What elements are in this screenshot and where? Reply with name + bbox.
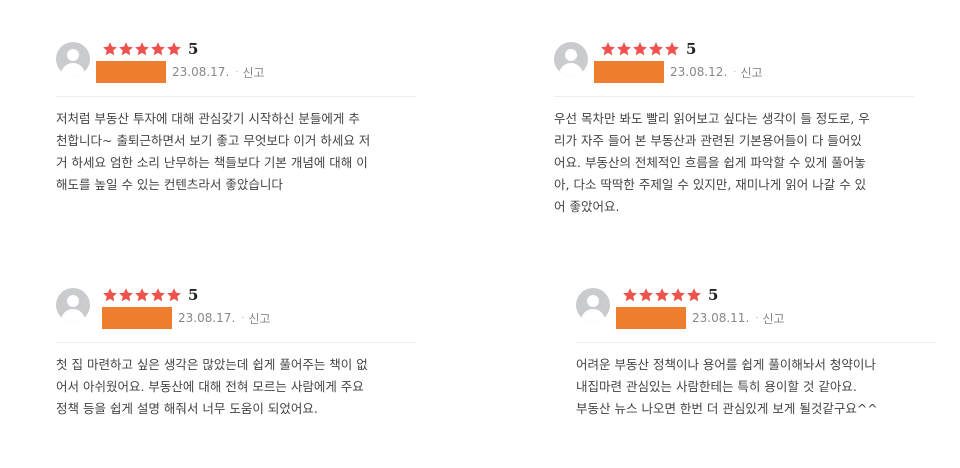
star-icon bbox=[654, 287, 670, 303]
star-rating bbox=[600, 41, 680, 57]
star-icon bbox=[134, 287, 150, 303]
avatar-head-shape bbox=[565, 49, 577, 61]
star-icon bbox=[118, 41, 134, 57]
divider bbox=[576, 342, 936, 343]
star-icon bbox=[118, 287, 134, 303]
star-icon bbox=[166, 41, 182, 57]
star-icon bbox=[102, 41, 118, 57]
star-icon bbox=[134, 41, 150, 57]
avatar-body-shape bbox=[581, 309, 605, 322]
review-date: 23.08.17. bbox=[172, 65, 230, 79]
review-text: 어려운 부동산 정책이나 용어를 쉽게 풀이해놔서 청약이나 내집마련 관심있는… bbox=[576, 357, 878, 416]
review-card: 5 23.08.11. · 신고 어려운 부동산 정책이나 용어를 쉽게 풀이해… bbox=[576, 286, 936, 416]
review-header: 5 23.08.12. · 신고 bbox=[554, 40, 914, 86]
review-date: 23.08.12. bbox=[670, 65, 728, 79]
star-icon bbox=[150, 41, 166, 57]
divider bbox=[554, 96, 914, 97]
meta-separator: · bbox=[235, 66, 239, 78]
avatar-body-shape bbox=[61, 309, 85, 322]
review-card: 5 23.08.12. · 신고 우선 목차만 봐도 빨리 읽어보고 싶다는 생… bbox=[554, 40, 914, 214]
star-icon bbox=[150, 287, 166, 303]
star-icon bbox=[648, 41, 664, 57]
divider bbox=[56, 342, 416, 343]
rating-score: 5 bbox=[188, 286, 199, 304]
review-meta: 23.08.17. · 신고 bbox=[96, 61, 265, 83]
star-icon bbox=[166, 287, 182, 303]
avatar-head-shape bbox=[587, 295, 599, 307]
reviewer-name-redacted bbox=[102, 307, 172, 329]
star-icon bbox=[622, 287, 638, 303]
star-rating bbox=[102, 41, 182, 57]
review-header: 5 23.08.17. · 신고 bbox=[56, 40, 416, 86]
review-header: 5 23.08.17. · 신고 bbox=[56, 286, 416, 332]
review-card: 5 23.08.17. · 신고 저처럼 부동산 투자에 대해 관심갖기 시작하… bbox=[56, 40, 416, 192]
avatar bbox=[554, 42, 588, 76]
review-text: 저처럼 부동산 투자에 대해 관심갖기 시작하신 분들에게 추 천합니다~ 출퇴… bbox=[56, 111, 371, 192]
review-date: 23.08.17. bbox=[178, 311, 236, 325]
star-rating bbox=[102, 287, 182, 303]
rating-score: 5 bbox=[686, 40, 697, 58]
rating-row: 5 bbox=[102, 286, 198, 304]
review-text: 첫 집 마련하고 싶은 생각은 많았는데 쉽게 풀어주는 책이 없 어서 아쉬웠… bbox=[56, 357, 368, 416]
report-link[interactable]: 신고 bbox=[242, 64, 264, 81]
review-text: 우선 목차만 봐도 빨리 읽어보고 싶다는 생각이 들 정도로, 우 리가 자주… bbox=[554, 111, 870, 214]
report-link[interactable]: 신고 bbox=[740, 64, 762, 81]
star-icon bbox=[664, 41, 680, 57]
rating-row: 5 bbox=[102, 40, 198, 58]
reviewer-name-redacted bbox=[96, 61, 166, 83]
report-link[interactable]: 신고 bbox=[762, 310, 784, 327]
rating-row: 5 bbox=[622, 286, 718, 304]
review-date: 23.08.11. bbox=[692, 311, 750, 325]
star-icon bbox=[638, 287, 654, 303]
avatar-body-shape bbox=[61, 63, 85, 76]
reviewer-name-redacted bbox=[594, 61, 664, 83]
rating-score: 5 bbox=[188, 40, 199, 58]
rating-score: 5 bbox=[708, 286, 719, 304]
star-icon bbox=[686, 287, 702, 303]
meta-separator: · bbox=[733, 66, 737, 78]
star-icon bbox=[632, 41, 648, 57]
review-meta: 23.08.17. · 신고 bbox=[102, 307, 271, 329]
review-card: 5 23.08.17. · 신고 첫 집 마련하고 싶은 생각은 많았는데 쉽게… bbox=[56, 286, 416, 416]
star-icon bbox=[600, 41, 616, 57]
avatar bbox=[576, 288, 610, 322]
meta-separator: · bbox=[755, 312, 759, 324]
star-rating bbox=[622, 287, 702, 303]
reviewer-name-redacted bbox=[616, 307, 686, 329]
meta-separator: · bbox=[241, 312, 245, 324]
avatar-head-shape bbox=[67, 49, 79, 61]
avatar-body-shape bbox=[559, 63, 583, 76]
review-meta: 23.08.12. · 신고 bbox=[594, 61, 763, 83]
report-link[interactable]: 신고 bbox=[248, 310, 270, 327]
avatar bbox=[56, 288, 90, 322]
divider bbox=[56, 96, 416, 97]
star-icon bbox=[102, 287, 118, 303]
rating-row: 5 bbox=[600, 40, 696, 58]
review-meta: 23.08.11. · 신고 bbox=[616, 307, 785, 329]
star-icon bbox=[616, 41, 632, 57]
star-icon bbox=[670, 287, 686, 303]
avatar bbox=[56, 42, 90, 76]
review-header: 5 23.08.11. · 신고 bbox=[576, 286, 936, 332]
avatar-head-shape bbox=[67, 295, 79, 307]
